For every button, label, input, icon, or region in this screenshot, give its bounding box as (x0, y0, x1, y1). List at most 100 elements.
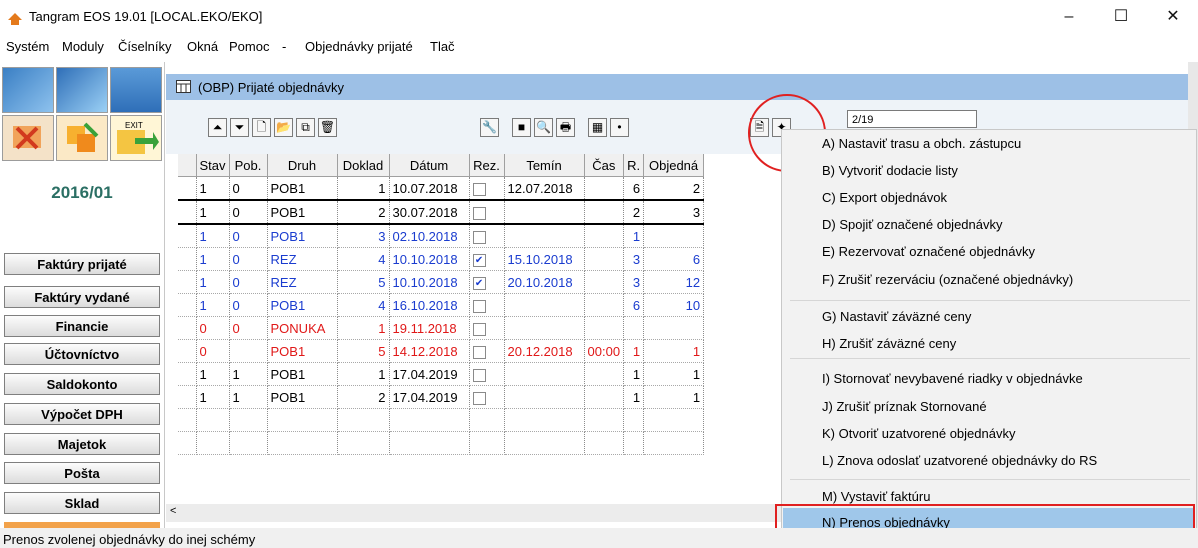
cell-datum[interactable]: 17.04.2019 (389, 385, 470, 409)
delete-icon[interactable]: 🗑 (318, 118, 337, 137)
cell-rez[interactable] (469, 293, 505, 317)
window-layout-icon[interactable] (2, 67, 54, 113)
cell-r[interactable] (623, 316, 645, 340)
cell-objednavka[interactable]: 1 (643, 385, 705, 409)
menu-item-f[interactable]: F) Zrušiť rezerváciu (označené objednávk… (822, 272, 1073, 287)
cell-druh[interactable]: PONUKA (267, 316, 338, 340)
reservation-checkbox[interactable]: ✔ (472, 276, 486, 290)
table-row[interactable]: 1 1 POB1 2 17.04.2019 1 1 (178, 385, 705, 409)
open-folder-icon[interactable]: 📂 (274, 118, 293, 137)
cell-termin[interactable]: 20.10.2018 (504, 270, 585, 294)
cell-termin[interactable] (504, 293, 585, 317)
stacked-layout-icon[interactable] (110, 67, 162, 113)
table-row[interactable]: 1 0 POB1 3 02.10.2018 1 (178, 224, 705, 248)
cell-doklad[interactable]: 5 (337, 270, 390, 294)
menu-item-c[interactable]: C) Export objednávok (822, 190, 947, 205)
cell-doklad[interactable]: 4 (337, 293, 390, 317)
row-indicator[interactable] (178, 385, 197, 409)
cell-objednavka[interactable]: 12 (643, 270, 705, 294)
column-header-objednavka[interactable]: Objedná (643, 154, 705, 177)
cell-rez[interactable]: ✔ (469, 270, 505, 294)
cell-datum[interactable]: 02.10.2018 (389, 224, 470, 248)
cell-doklad[interactable]: 5 (337, 339, 390, 363)
cell-cas[interactable] (584, 270, 625, 294)
cell-pob[interactable]: 0 (229, 316, 268, 340)
table-row[interactable]: 1 0 REZ 5 10.10.2018 ✔ 20.10.2018 3 12 (178, 270, 705, 294)
reservation-checkbox[interactable]: ✔ (472, 253, 486, 267)
reservation-checkbox[interactable] (472, 345, 486, 359)
menu-item-g[interactable]: G) Nastaviť záväzné ceny (822, 309, 971, 324)
table-row[interactable]: 0 POB1 5 14.12.2018 20.12.2018 00:00 1 1 (178, 339, 705, 363)
cell-termin[interactable] (504, 224, 585, 248)
cell-objednavka[interactable]: 3 (643, 199, 705, 225)
cell-druh[interactable]: POB1 (267, 385, 338, 409)
cell-druh[interactable]: REZ (267, 270, 338, 294)
cell-termin[interactable] (504, 316, 585, 340)
cell-termin[interactable] (504, 362, 585, 386)
menu-ciselniky[interactable]: Číselníky (118, 39, 171, 54)
cell-r[interactable]: 1 (623, 385, 645, 409)
menu-item-m[interactable]: M) Vystaviť faktúru (822, 489, 930, 504)
nav-majetok[interactable]: Majetok (4, 433, 160, 455)
cell-cas[interactable]: 00:00 (584, 339, 625, 363)
cell-stav[interactable]: 0 (196, 316, 230, 340)
cell-pob[interactable]: 1 (229, 362, 268, 386)
cell-stav[interactable]: 1 (196, 270, 230, 294)
reservation-checkbox[interactable] (472, 299, 486, 313)
table-row[interactable]: 1 0 POB1 1 10.07.2018 12.07.2018 6 2 (178, 176, 705, 201)
table-row[interactable]: 1 1 POB1 1 17.04.2019 1 1 (178, 362, 705, 386)
cell-stav[interactable]: 1 (196, 362, 230, 386)
nav-financie[interactable]: Financie (4, 315, 160, 337)
wrench-icon[interactable]: 🔧 (480, 118, 499, 137)
split-layout-icon[interactable] (56, 67, 108, 113)
cell-r[interactable]: 1 (623, 224, 645, 248)
scroll-left-icon[interactable]: < (170, 505, 176, 517)
grid-export-icon[interactable]: ▦ (588, 118, 607, 137)
cell-rez[interactable] (469, 224, 505, 248)
cell-rez[interactable] (469, 362, 505, 386)
row-indicator[interactable] (178, 339, 197, 363)
maximize-button[interactable]: ☐ (1098, 2, 1144, 32)
cell-cas[interactable] (584, 247, 625, 271)
column-header-termin[interactable]: Temín (504, 154, 585, 177)
menu-item-l[interactable]: L) Znova odoslať uzatvorené objednávky d… (822, 453, 1097, 468)
cell-cas[interactable] (584, 316, 625, 340)
cell-druh[interactable]: POB1 (267, 199, 338, 225)
cell-druh[interactable]: POB1 (267, 362, 338, 386)
cell-doklad[interactable]: 1 (337, 316, 390, 340)
close-windows-icon[interactable] (2, 115, 54, 161)
cell-cas[interactable] (584, 385, 625, 409)
cell-r[interactable]: 6 (623, 176, 645, 201)
cell-termin[interactable]: 20.12.2018 (504, 339, 585, 363)
menu-item-e[interactable]: E) Rezervovať označené objednávky (822, 244, 1035, 259)
cell-druh[interactable]: POB1 (267, 224, 338, 248)
column-header-datum[interactable]: Dátum (389, 154, 470, 177)
cell-datum[interactable]: 10.07.2018 (389, 176, 470, 201)
cell-stav[interactable]: 1 (196, 293, 230, 317)
menu-objednavky-prijate[interactable]: Objednávky prijaté (305, 39, 413, 54)
table-row[interactable]: 1 0 POB1 2 30.07.2018 2 3 (178, 199, 705, 225)
cell-pob[interactable]: 0 (229, 270, 268, 294)
cell-datum[interactable]: 19.11.2018 (389, 316, 470, 340)
print-icon[interactable]: 🖶 (556, 118, 575, 137)
row-indicator[interactable] (178, 316, 197, 340)
horizontal-scrollbar[interactable] (166, 504, 786, 522)
column-header-cas[interactable]: Čas (584, 154, 625, 177)
cell-cas[interactable] (584, 224, 625, 248)
cell-r[interactable]: 1 (623, 362, 645, 386)
cell-druh[interactable]: POB1 (267, 293, 338, 317)
cell-termin[interactable] (504, 385, 585, 409)
nav-faktury-vydane[interactable]: Faktúry vydané (4, 286, 160, 308)
cell-datum[interactable]: 16.10.2018 (389, 293, 470, 317)
cell-stav[interactable]: 1 (196, 199, 230, 225)
cell-objednavka[interactable]: 10 (643, 293, 705, 317)
cell-rez[interactable] (469, 385, 505, 409)
menu-item-i[interactable]: I) Stornovať nevybavené riadky v objedná… (822, 371, 1083, 386)
cell-datum[interactable]: 30.07.2018 (389, 199, 470, 225)
last-record-icon[interactable]: ⏷ (230, 118, 249, 137)
menu-item-j[interactable]: J) Zrušiť príznak Stornované (822, 399, 987, 414)
reservation-checkbox[interactable] (472, 206, 486, 220)
exit-icon[interactable]: EXIT (110, 115, 162, 161)
cell-objednavka[interactable] (643, 224, 705, 248)
copy-icon[interactable]: ⧉ (296, 118, 315, 137)
